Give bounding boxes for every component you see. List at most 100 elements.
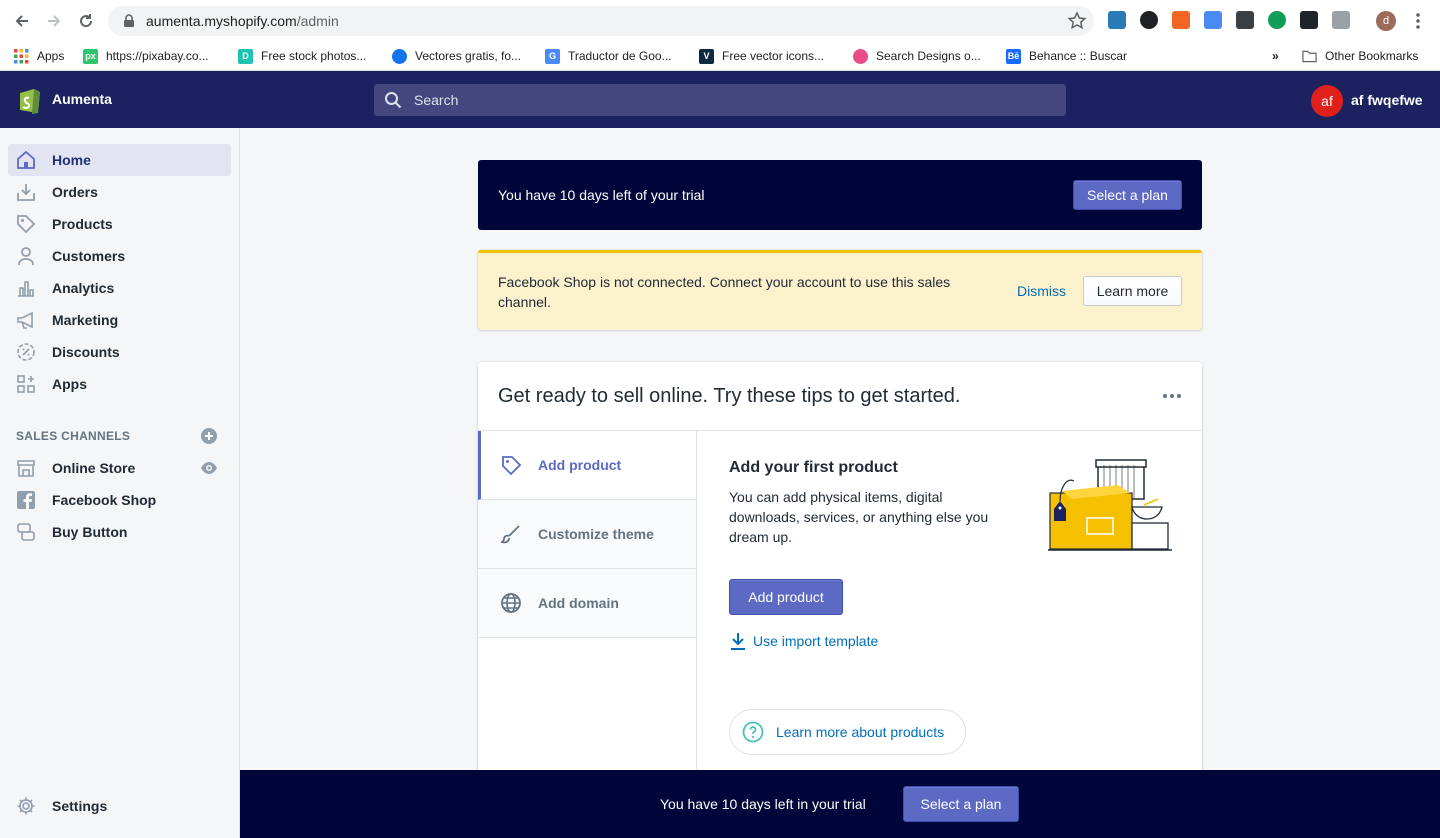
sidebar-item-label: Buy Button: [52, 524, 128, 540]
dribbble-icon: [853, 48, 868, 64]
extension-check-icon[interactable]: [1268, 11, 1286, 29]
bookmark-dribbble[interactable]: Search Designs o...: [853, 46, 981, 66]
sidebar-item-buy-button[interactable]: Buy Button: [8, 516, 231, 548]
bookmark-behance[interactable]: Bē Behance :: Buscar: [1006, 46, 1127, 66]
sidebar-item-facebook-shop[interactable]: Facebook Shop: [8, 484, 231, 516]
bookmark-pixabay[interactable]: px https://pixabay.co...: [83, 46, 209, 66]
profile-avatar[interactable]: d: [1376, 11, 1396, 31]
add-sales-channel-icon[interactable]: [200, 427, 218, 445]
extension-chart-icon[interactable]: [1172, 11, 1190, 29]
learn-more-products-link[interactable]: Learn more about products: [729, 709, 966, 755]
sidebar-item-analytics[interactable]: Analytics: [8, 272, 231, 304]
bookmark-label: Traductor de Goo...: [568, 49, 672, 63]
apps-grid-icon: [14, 48, 29, 64]
import-link-label: Use import template: [753, 633, 879, 649]
folder-icon: [1302, 49, 1317, 64]
extension-k-icon[interactable]: [1140, 11, 1158, 29]
vectores-icon: [392, 48, 407, 64]
bookmark-label: Apps: [37, 49, 65, 63]
store-name[interactable]: Aumenta: [52, 91, 112, 107]
tab-add-domain[interactable]: Add domain: [478, 569, 696, 638]
bookmark-label: Other Bookmarks: [1325, 49, 1419, 63]
footer-trial-text: You have 10 days left in your trial: [660, 796, 866, 812]
product-boxes-illustration: [1048, 459, 1172, 551]
bookmark-label: Search Designs o...: [876, 49, 981, 63]
other-bookmarks[interactable]: Other Bookmarks: [1302, 46, 1418, 66]
forward-icon[interactable]: [42, 9, 66, 33]
url-path: /admin: [296, 13, 339, 29]
behance-icon: Bē: [1006, 48, 1021, 64]
user-name[interactable]: af fwqefwe: [1351, 92, 1423, 108]
translate-icon: G: [545, 48, 560, 64]
stock-photos-icon: D: [238, 48, 253, 64]
bookmark-label: Free vector icons...: [722, 49, 825, 63]
panel-description: You can add physical items, digital down…: [729, 489, 989, 545]
bookmark-apps[interactable]: Apps: [14, 46, 64, 66]
more-actions-icon[interactable]: [1162, 392, 1182, 400]
bookmark-star-icon[interactable]: [1067, 11, 1087, 31]
eye-icon[interactable]: [200, 459, 218, 477]
search-placeholder: Search: [414, 92, 459, 108]
back-icon[interactable]: [10, 9, 34, 33]
extension-pin-icon[interactable]: [1332, 11, 1350, 29]
gear-icon: [17, 797, 35, 815]
sidebar-item-customers[interactable]: Customers: [8, 240, 231, 272]
tab-add-product[interactable]: Add product: [478, 431, 696, 500]
tab-label: Customize theme: [538, 526, 654, 542]
bookmark-label: Behance :: Buscar: [1029, 49, 1128, 63]
sidebar-item-apps[interactable]: Apps: [8, 368, 231, 400]
sidebar-item-label: Settings: [52, 798, 108, 814]
footer-select-plan-button[interactable]: Select a plan: [903, 786, 1019, 822]
bookmark-vectores[interactable]: Vectores gratis, fo...: [392, 46, 521, 66]
facebook-shop-banner: Facebook Shop is not connected. Connect …: [478, 250, 1202, 330]
sidebar-item-online-store[interactable]: Online Store: [8, 452, 231, 484]
tag-icon: [17, 215, 36, 234]
learn-more-label: Learn more about products: [776, 724, 945, 740]
bookmark-vector-icons[interactable]: V Free vector icons...: [699, 46, 824, 66]
shopify-logo-icon[interactable]: [16, 85, 42, 115]
use-import-template-link[interactable]: Use import template: [729, 632, 878, 650]
user-avatar[interactable]: af: [1311, 85, 1343, 117]
extension-shield-icon[interactable]: [1236, 11, 1254, 29]
sidebar-item-label: Products: [52, 216, 113, 232]
sidebar-item-marketing[interactable]: Marketing: [8, 304, 231, 336]
sidebar-item-products[interactable]: Products: [8, 208, 231, 240]
sidebar-item-label: Facebook Shop: [52, 492, 157, 508]
bookmark-stock-photos[interactable]: D Free stock photos...: [238, 46, 366, 66]
add-product-button[interactable]: Add product: [729, 579, 843, 615]
sidebar-item-label: Online Store: [52, 460, 136, 476]
lock-icon: [124, 14, 134, 27]
trial-banner: You have 10 days left of your trial Sele…: [478, 160, 1202, 230]
globe-icon: [501, 593, 521, 613]
person-icon: [18, 247, 34, 266]
address-bar[interactable]: aumenta.myshopify.com/admin: [108, 6, 1094, 36]
tips-tabs: Add product Customize theme Add domain: [478, 431, 697, 782]
tab-customize-theme[interactable]: Customize theme: [478, 500, 696, 569]
learn-more-button[interactable]: Learn more: [1083, 276, 1182, 306]
bookmarks-bar: Apps px https://pixabay.co... D Free sto…: [0, 42, 1440, 71]
sales-channels-heading: SALES CHANNELS: [16, 429, 131, 443]
pixabay-icon: px: [83, 48, 98, 64]
extension-translate-icon[interactable]: [1204, 11, 1222, 29]
select-plan-button[interactable]: Select a plan: [1073, 180, 1182, 210]
sidebar: Home Orders Products Customers Analytics…: [0, 128, 240, 838]
reload-icon[interactable]: [74, 9, 98, 33]
sidebar-item-label: Discounts: [52, 344, 120, 360]
bookmarks-overflow-icon[interactable]: »: [1272, 46, 1279, 66]
sidebar-item-label: Marketing: [52, 312, 119, 328]
search-input[interactable]: Search: [374, 84, 1066, 116]
facebook-banner-text: Facebook Shop is not connected. Connect …: [498, 274, 951, 310]
bookmark-translate[interactable]: G Traductor de Goo...: [545, 46, 672, 66]
browser-menu-icon[interactable]: [1410, 10, 1426, 32]
bookmark-label: Vectores gratis, fo...: [415, 49, 522, 63]
orders-icon: [17, 184, 35, 201]
sidebar-item-orders[interactable]: Orders: [8, 176, 231, 208]
sidebar-item-label: Home: [52, 152, 91, 168]
extension-react-icon[interactable]: [1300, 11, 1318, 29]
sidebar-item-settings[interactable]: Settings: [8, 790, 231, 822]
sidebar-item-home[interactable]: Home: [8, 144, 231, 176]
sidebar-item-discounts[interactable]: Discounts: [8, 336, 231, 368]
sidebar-item-label: Customers: [52, 248, 126, 264]
dismiss-link[interactable]: Dismiss: [1017, 283, 1066, 299]
extension-s-icon[interactable]: [1108, 11, 1126, 29]
